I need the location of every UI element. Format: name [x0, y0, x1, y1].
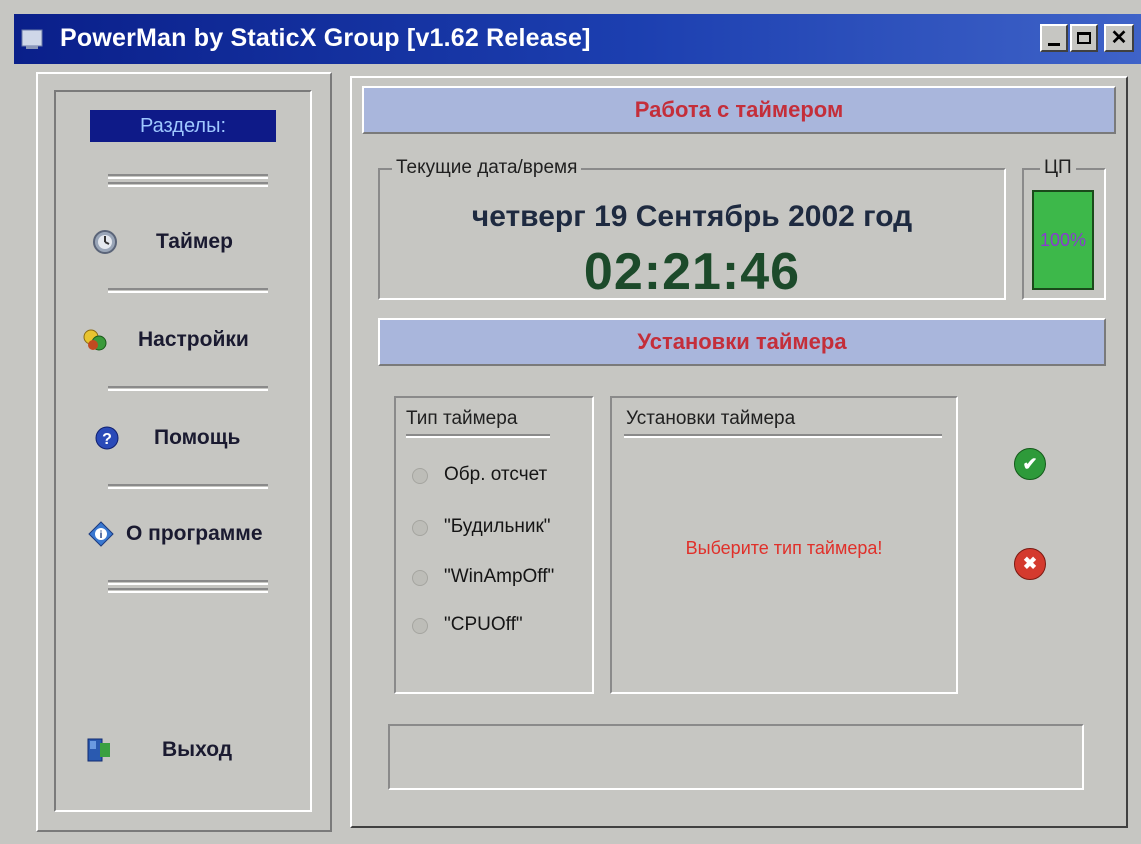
radio-circle [412, 468, 428, 484]
close-button[interactable]: ✕ [1104, 24, 1134, 52]
cancel-icon: ✖ [1022, 554, 1038, 573]
datetime-group: Текущие дата/время четверг 19 Сентябрь 2… [378, 157, 1006, 301]
svg-text:?: ? [102, 431, 112, 448]
sidebar-item-about[interactable]: i О программе [56, 512, 310, 556]
sidebar-inner: Разделы: Таймер Настройки ? Помощь i О п… [54, 90, 312, 812]
info-icon: i [88, 521, 114, 547]
close-icon: ✕ [1110, 27, 1128, 49]
status-panel [388, 724, 1084, 790]
sidebar-item-label: Таймер [156, 230, 233, 253]
sidebar-item-timer[interactable]: Таймер [56, 220, 310, 264]
exit-icon [86, 737, 112, 763]
help-icon: ? [94, 425, 120, 451]
current-date: четверг 19 Сентябрь 2002 год [471, 200, 913, 233]
timer-type-header: Тип таймера [406, 408, 518, 429]
radio-circle [412, 570, 428, 586]
check-icon: ✔ [1022, 453, 1038, 474]
divider [108, 580, 268, 585]
cancel-button[interactable]: ✖ [1014, 548, 1046, 580]
sidebar: Разделы: Таймер Настройки ? Помощь i О п… [36, 72, 332, 832]
app-icon [20, 26, 46, 52]
divider [406, 434, 550, 438]
current-time: 02:21:46 [583, 243, 801, 301]
settings-banner: Установки таймера [378, 318, 1106, 366]
sidebar-item-help[interactable]: ? Помощь [56, 416, 310, 460]
sidebar-header: Разделы: [90, 110, 276, 142]
sidebar-item-exit[interactable]: Выход [56, 728, 310, 772]
divider [624, 434, 942, 438]
maximize-button[interactable] [1070, 24, 1098, 52]
sidebar-item-label: О программе [126, 522, 263, 545]
divider [108, 182, 268, 187]
radio-label: Обр. отсчет [444, 464, 548, 485]
clock-icon [92, 229, 118, 255]
divider [108, 174, 268, 179]
powerman-window: PowerMan by StaticX Group [v1.62 Release… [0, 0, 1141, 844]
radio-label: "Будильник" [444, 516, 551, 537]
cpu-label: ЦП [1040, 157, 1076, 179]
timer-type-panel: Тип таймера Обр. отсчет "Будильник" "Win… [394, 396, 594, 694]
minimize-button[interactable] [1040, 24, 1068, 52]
radio-label: "CPUOff" [444, 614, 523, 635]
radio-circle [412, 618, 428, 634]
svg-text:i: i [100, 530, 103, 541]
datetime-group-label: Текущие дата/время [392, 157, 582, 179]
sidebar-item-label: Помощь [154, 426, 241, 449]
radio-circle [412, 520, 428, 536]
maximize-icon [1077, 32, 1091, 44]
title-bar[interactable]: PowerMan by StaticX Group [v1.62 Release… [14, 14, 1141, 64]
timer-banner: Работа с таймером [362, 86, 1116, 134]
sidebar-item-label: Настройки [138, 328, 249, 351]
minimize-icon [1048, 42, 1060, 46]
divider [108, 484, 268, 489]
sidebar-item-label: Выход [162, 738, 233, 761]
timer-settings-panel: Установки таймера Выберите тип таймера! [610, 396, 958, 694]
window-title: PowerMan by StaticX Group [v1.62 Release… [60, 24, 591, 52]
divider [108, 288, 268, 293]
timer-settings-header: Установки таймера [626, 408, 796, 429]
radio-label: "WinAmpOff" [444, 566, 555, 587]
main-panel: Работа с таймером Текущие дата/время чет… [350, 76, 1128, 828]
sidebar-item-settings[interactable]: Настройки [56, 318, 310, 362]
divider [108, 588, 268, 593]
confirm-button[interactable]: ✔ [1014, 448, 1046, 480]
divider [108, 386, 268, 391]
cpu-group: ЦП 100% [1022, 157, 1106, 300]
cpu-meter: 100% [1032, 190, 1094, 290]
timer-hint: Выберите тип таймера! [685, 538, 883, 558]
settings-icon [82, 327, 108, 353]
